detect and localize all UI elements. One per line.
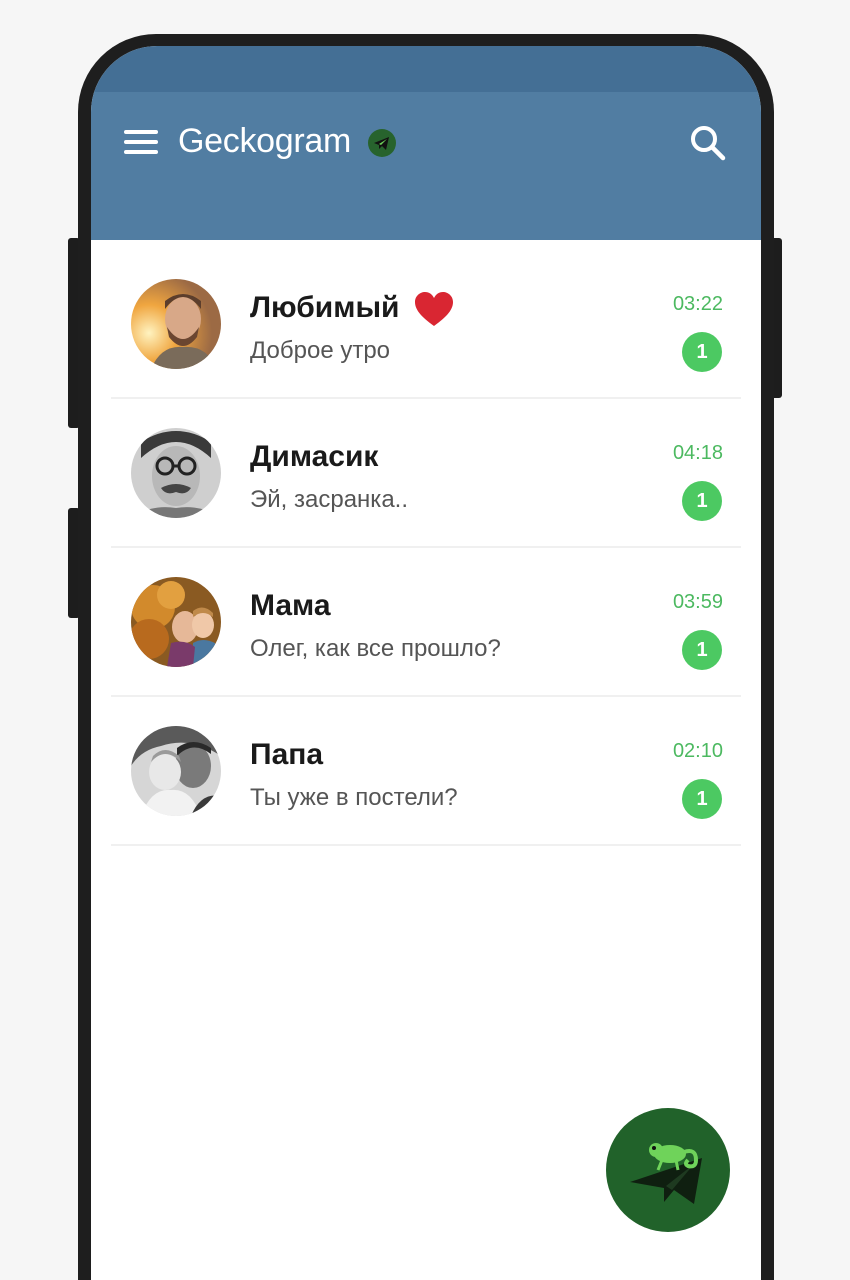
compose-fab-button[interactable]: [606, 1108, 730, 1232]
search-icon[interactable]: [689, 124, 727, 162]
chat-list: Любимый Доброе утро 03:22 1 Димасик Эй, …: [111, 250, 741, 846]
chat-row-mama[interactable]: Мама Олег, как все прошло? 03:59 1: [111, 548, 741, 697]
chat-preview: Эй, засранка..: [250, 486, 409, 513]
chat-time: 03:59: [672, 591, 723, 613]
unread-badge: 1: [682, 481, 722, 521]
unread-badge: 1: [682, 630, 722, 670]
app-header: [91, 92, 761, 240]
avatar: [131, 279, 221, 369]
avatar: [131, 428, 221, 518]
chat-time: 04:18: [672, 442, 723, 464]
chat-preview: Доброе утро: [250, 337, 391, 364]
heart-icon: [414, 292, 454, 328]
status-bar: [91, 46, 761, 92]
chat-name: Любимый: [250, 291, 400, 324]
chat-time: 02:10: [672, 740, 723, 762]
avatar: [131, 577, 221, 667]
chat-row-lyubimy[interactable]: Любимый Доброе утро 03:22 1: [111, 250, 741, 399]
avatar: [131, 726, 221, 816]
chat-row-dimasik[interactable]: Димасик Эй, засранка.. 04:18 1: [111, 399, 741, 548]
unread-badge: 1: [682, 779, 722, 819]
app-title: Geckogram: [178, 122, 352, 160]
device-frame: Geckogram Любимый Доброе утро 03:22 1 Ди…: [0, 0, 850, 1280]
chat-name: Димасик: [250, 440, 379, 473]
chat-preview: Ты уже в постели?: [250, 784, 458, 811]
gecko-compose-icon: [630, 1143, 702, 1204]
app-screen: Geckogram Любимый Доброе утро 03:22 1 Ди…: [91, 46, 761, 1280]
chat-time: 03:22: [672, 293, 723, 315]
chat-preview: Олег, как все прошло?: [250, 635, 501, 662]
hamburger-menu-icon[interactable]: [124, 128, 160, 156]
chat-name: Папа: [250, 738, 324, 771]
chat-row-papa[interactable]: Папа Ты уже в постели? 02:10 1: [111, 697, 741, 846]
telegram-badge-icon: [367, 128, 397, 158]
chat-name: Мама: [250, 589, 331, 622]
unread-badge: 1: [682, 332, 722, 372]
